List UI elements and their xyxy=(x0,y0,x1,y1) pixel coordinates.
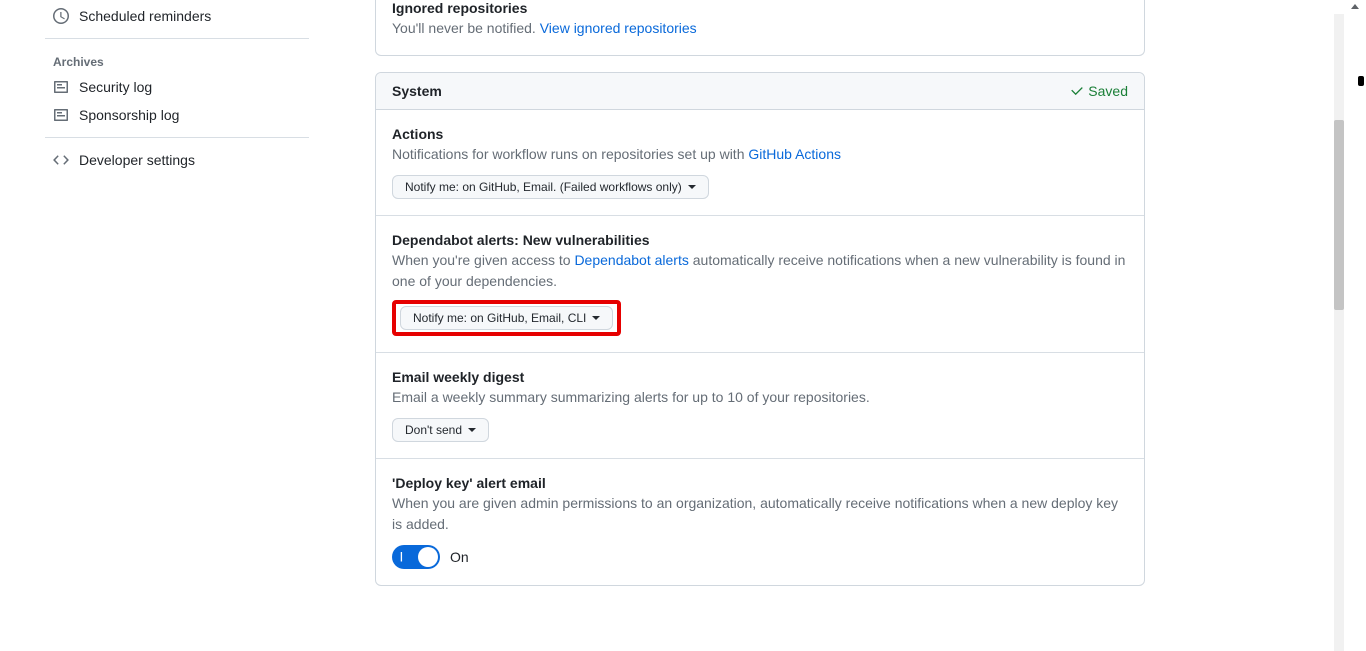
digest-desc: Email a weekly summary summarizing alert… xyxy=(392,387,1128,408)
ignored-title: Ignored repositories xyxy=(392,0,1128,16)
code-icon xyxy=(53,152,69,168)
deploykey-toggle[interactable]: | xyxy=(392,545,440,569)
chevron-down-icon xyxy=(468,428,476,432)
chevron-down-icon xyxy=(688,185,696,189)
section-actions: Actions Notifications for workflow runs … xyxy=(376,110,1144,215)
actions-desc: Notifications for workflow runs on repos… xyxy=(392,144,1128,165)
ignored-desc: You'll never be notified. View ignored r… xyxy=(392,18,1128,39)
saved-indicator: Saved xyxy=(1070,83,1128,99)
digest-select[interactable]: Don't send xyxy=(392,418,489,442)
main-content: Ignored repositories You'll never be not… xyxy=(375,0,1145,602)
github-actions-link[interactable]: GitHub Actions xyxy=(748,146,841,162)
sidebar-item-security-log[interactable]: Security log xyxy=(45,73,309,101)
actions-title: Actions xyxy=(392,126,1128,142)
select-value: Notify me: on GitHub, Email. (Failed wor… xyxy=(405,180,682,194)
select-value: Notify me: on GitHub, Email, CLI xyxy=(413,311,586,325)
sidebar-item-sponsorship-log[interactable]: Sponsorship log xyxy=(45,101,309,129)
system-title: System xyxy=(392,83,442,99)
sidebar-item-label: Developer settings xyxy=(79,152,195,168)
chevron-down-icon xyxy=(592,316,600,320)
clock-icon xyxy=(53,8,69,24)
dependabot-desc: When you're given access to Dependabot a… xyxy=(392,250,1128,292)
sidebar-item-developer-settings[interactable]: Developer settings xyxy=(45,146,309,174)
dependabot-title: Dependabot alerts: New vulnerabilities xyxy=(392,232,1128,248)
toggle-knob xyxy=(418,547,438,567)
sidebar-heading-archives: Archives xyxy=(45,47,309,73)
highlight-annotation: Notify me: on GitHub, Email, CLI xyxy=(392,300,621,336)
card-ignored: Ignored repositories You'll never be not… xyxy=(375,0,1145,56)
section-deploy-key: 'Deploy key' alert email When you are gi… xyxy=(376,458,1144,585)
sidebar-item-label: Sponsorship log xyxy=(79,107,179,123)
divider xyxy=(45,137,309,138)
toggle-label: On xyxy=(450,549,469,565)
check-icon xyxy=(1070,84,1084,98)
log-icon xyxy=(53,107,69,123)
log-icon xyxy=(53,79,69,95)
dependabot-notify-select[interactable]: Notify me: on GitHub, Email, CLI xyxy=(400,306,613,330)
card-header-system: System Saved xyxy=(376,73,1144,110)
select-value: Don't send xyxy=(405,423,462,437)
deploykey-title: 'Deploy key' alert email xyxy=(392,475,1128,491)
digest-title: Email weekly digest xyxy=(392,369,1128,385)
settings-sidebar: Scheduled reminders Archives Security lo… xyxy=(45,0,325,602)
actions-notify-select[interactable]: Notify me: on GitHub, Email. (Failed wor… xyxy=(392,175,709,199)
sidebar-item-label: Scheduled reminders xyxy=(79,8,211,24)
divider xyxy=(45,38,309,39)
dependabot-alerts-link[interactable]: Dependabot alerts xyxy=(574,252,688,268)
section-digest: Email weekly digest Email a weekly summa… xyxy=(376,352,1144,458)
section-dependabot: Dependabot alerts: New vulnerabilities W… xyxy=(376,215,1144,352)
card-system: System Saved Actions Notifications for w… xyxy=(375,72,1145,586)
toggle-on-indicator: | xyxy=(400,552,403,563)
deploykey-desc: When you are given admin permissions to … xyxy=(392,493,1128,535)
deploykey-toggle-row: | On xyxy=(392,545,1128,569)
sidebar-item-label: Security log xyxy=(79,79,152,95)
view-ignored-link[interactable]: View ignored repositories xyxy=(540,20,697,36)
sidebar-item-scheduled-reminders[interactable]: Scheduled reminders xyxy=(45,2,309,30)
